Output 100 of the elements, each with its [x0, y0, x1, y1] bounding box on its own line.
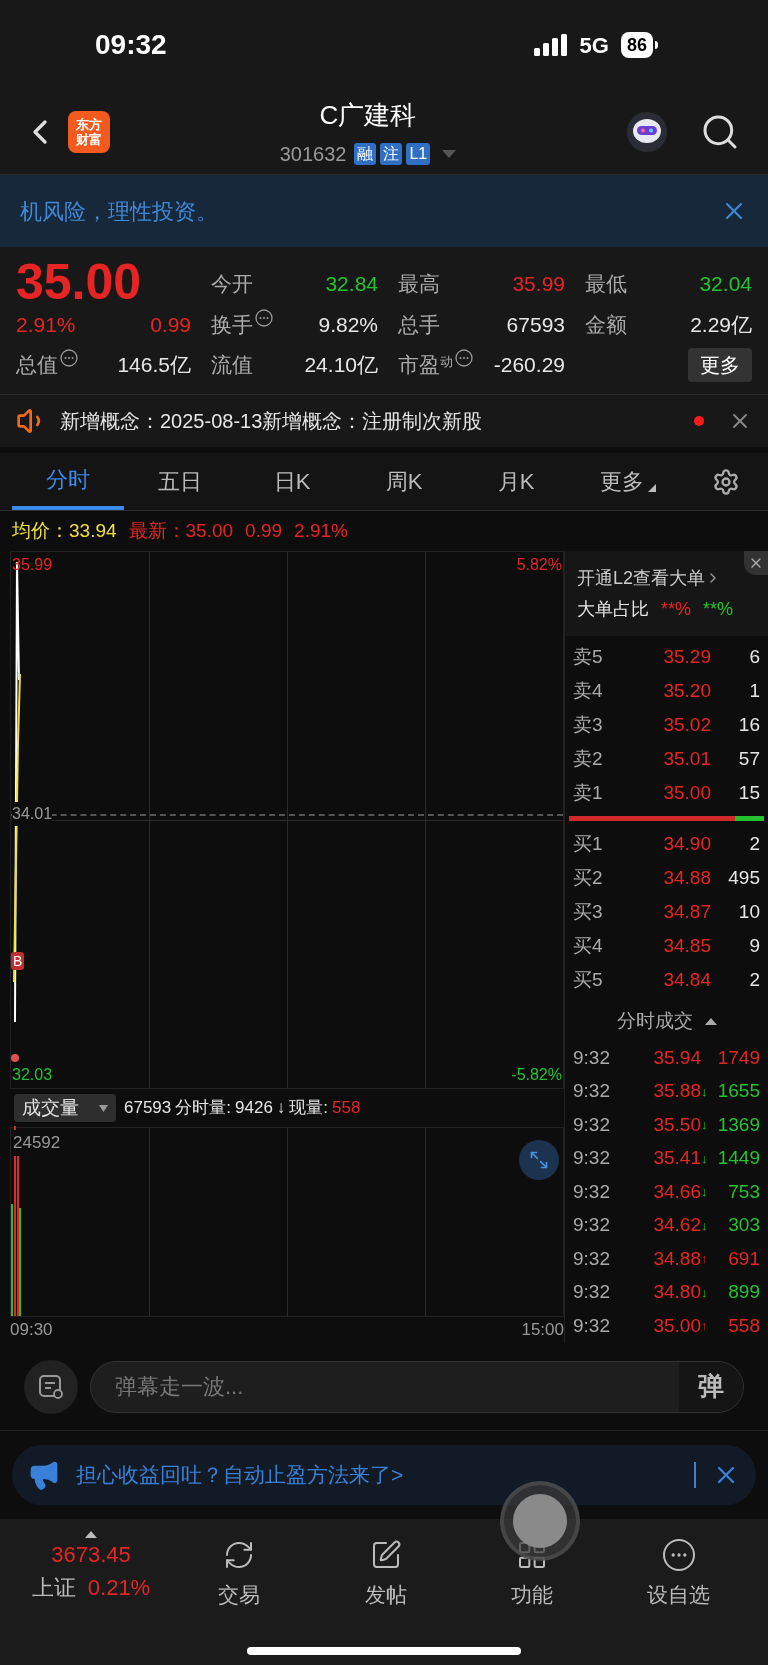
buy-ratio: **%	[661, 597, 691, 621]
settings-icon[interactable]	[712, 467, 740, 496]
stat-value: 32.04	[699, 271, 752, 298]
percent-high-label: 5.82%	[516, 555, 562, 575]
expand-button[interactable]	[519, 1140, 559, 1180]
trade-price: 35.50	[652, 1112, 701, 1137]
stat-value: 67593	[506, 312, 565, 339]
info-icon[interactable]	[60, 349, 78, 368]
stat-label: 流值	[211, 352, 253, 379]
order-price: 34.87	[662, 899, 711, 924]
price-low-label: 32.03	[12, 1065, 53, 1085]
chart-tab[interactable]: 五日	[124, 453, 236, 510]
chart-tab[interactable]: 月K	[460, 453, 572, 510]
order-price: 35.20	[662, 678, 711, 703]
order-price: 35.02	[662, 712, 711, 737]
trade-arrow: ↓	[701, 1216, 708, 1235]
nav-item[interactable]: 交易	[166, 1531, 313, 1665]
chart-tab[interactable]: 分时	[12, 453, 124, 510]
order-level-label: 买1	[573, 831, 604, 856]
stock-name: C广建科	[319, 98, 417, 132]
trade-arrow: ↑	[701, 1317, 708, 1335]
chart-tab[interactable]: 周K	[348, 453, 460, 510]
status-time: 09:32	[95, 28, 167, 62]
trade-price: 34.66	[652, 1179, 701, 1204]
stat-label: 总值	[16, 352, 58, 379]
stat-label: 今开	[211, 271, 253, 298]
promo-text[interactable]: 担心收益回吐？自动止盈方法来了>	[76, 1459, 678, 1491]
trade-price: 35.41	[652, 1146, 701, 1170]
time-start-label: 09:30	[10, 1319, 53, 1341]
order-quantity: 10	[737, 899, 760, 924]
trade-time: 9:32	[573, 1079, 611, 1103]
big-order-ratio-label: 大单占比	[577, 597, 649, 621]
more-icon	[662, 1539, 695, 1571]
trade-time: 9:32	[573, 1313, 611, 1338]
chart-tab[interactable]: 日K	[236, 453, 348, 510]
robot-avatar-icon[interactable]	[626, 111, 668, 153]
change-percent: 2.91%	[16, 312, 76, 339]
network-label: 5G	[579, 31, 609, 60]
more-button[interactable]: 更多	[688, 348, 752, 382]
trade-price: 35.94	[652, 1045, 701, 1070]
index-change: 0.21%	[87, 1574, 151, 1602]
barrage-toggle[interactable]: 弹	[679, 1361, 743, 1412]
stat-label: 换手	[211, 312, 253, 339]
stat-label: 最低	[585, 271, 627, 298]
average-price: 33.94	[69, 518, 117, 543]
order-level-label: 卖4	[573, 678, 604, 703]
level2-link[interactable]: 开通L2查看大单	[577, 564, 706, 592]
trade-volume: 303	[727, 1213, 760, 1237]
stock-tag: 融	[354, 142, 377, 165]
barrage-settings-icon	[37, 1372, 65, 1401]
info-icon[interactable]	[455, 349, 473, 368]
buy-marker: B	[11, 952, 25, 970]
dropdown-caret-icon	[99, 1104, 108, 1112]
order-quantity: 2	[748, 967, 760, 992]
stat-value: -260.29	[493, 352, 565, 379]
order-level-label: 买4	[573, 933, 604, 958]
minute-volume-label: 分时量:	[175, 1097, 231, 1120]
trade-time: 9:32	[573, 1246, 611, 1271]
order-level-label: 买2	[573, 865, 604, 890]
order-price: 35.29	[662, 644, 711, 669]
order-level-label: 卖5	[573, 644, 604, 669]
stat-label: 最高	[398, 271, 440, 298]
chart-tab[interactable]: 更多	[572, 453, 684, 510]
trade-time: 9:32	[573, 1112, 611, 1137]
trade-price: 34.80	[652, 1280, 701, 1304]
nav-item[interactable]: 发帖	[312, 1531, 459, 1665]
stat-label: 市盈$^{动}$	[398, 352, 453, 379]
trade-time: 9:32	[573, 1179, 611, 1204]
trade-arrow: ↓	[701, 1082, 708, 1101]
nav-item[interactable]: 设自选	[605, 1531, 752, 1665]
collapse-caret-icon[interactable]	[704, 1017, 717, 1025]
order-price: 34.84	[662, 967, 711, 992]
percent-low-label: -5.82%	[511, 1065, 562, 1085]
trade-price: 35.00	[652, 1313, 701, 1338]
indicator-selector[interactable]: 成交量	[14, 1094, 116, 1122]
order-price: 34.90	[662, 831, 711, 856]
order-level-label: 卖1	[573, 780, 604, 805]
info-icon[interactable]	[255, 309, 273, 328]
expand-icon	[529, 1150, 549, 1170]
dropdown-caret-icon[interactable]	[442, 149, 457, 158]
stock-tag: 注	[380, 142, 403, 165]
trade-time: 9:32	[573, 1045, 611, 1070]
stat-value: 146.5亿	[117, 352, 191, 379]
current-volume: 558	[332, 1097, 361, 1120]
promo-banner[interactable]: 担心收益回吐？自动止盈方法来了>	[12, 1445, 756, 1505]
change-amount: 0.99	[150, 312, 191, 339]
order-quantity: 2	[748, 831, 760, 856]
order-price: 35.01	[662, 746, 711, 771]
order-level-label: 卖3	[573, 712, 604, 737]
close-icon[interactable]	[744, 551, 768, 575]
barrage-input[interactable]: 弹幕走一波... 弹	[90, 1360, 744, 1413]
latest-price: 35.00	[185, 518, 234, 543]
stat-label: 金额	[585, 312, 627, 339]
minute-volume: 9426	[235, 1097, 273, 1120]
trade-price: 34.62	[652, 1213, 701, 1237]
volume-max-label: 24592	[13, 1130, 61, 1156]
signal-icon	[533, 34, 568, 56]
trade-volume: 1655	[716, 1079, 760, 1103]
trade-volume: 558	[727, 1313, 760, 1338]
index-name: 上证	[31, 1574, 76, 1602]
